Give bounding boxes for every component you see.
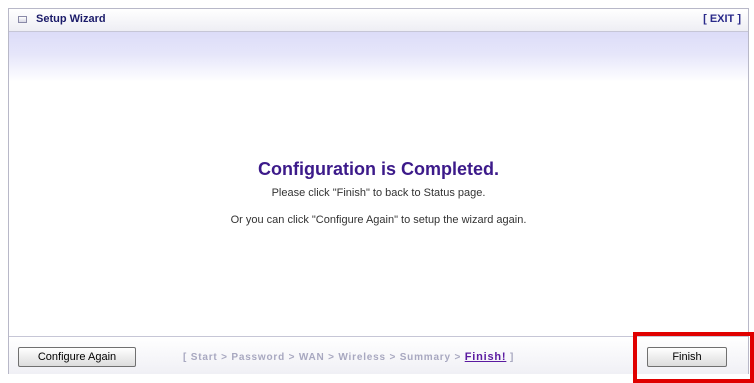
breadcrumb-step-wan: WAN [298, 352, 325, 363]
breadcrumb-step-password: Password [231, 352, 286, 363]
breadcrumb-open-bracket: [ [183, 352, 188, 363]
breadcrumb-separator: > [288, 352, 296, 363]
breadcrumb-step-start: Start [190, 352, 218, 363]
page-title: Setup Wizard [36, 13, 106, 25]
finish-instruction-text: Please click "Finish" to back to Status … [271, 187, 486, 199]
breadcrumb-separator: > [389, 352, 397, 363]
title-bar: Setup Wizard [ EXIT ] [9, 9, 748, 32]
breadcrumb-step-summary: Summary [399, 352, 451, 363]
breadcrumb-separator: > [328, 352, 335, 363]
configure-again-instruction-text: Or you can click "Configure Again" to se… [230, 214, 527, 226]
completion-headline: Configuration is Completed. [258, 159, 499, 179]
breadcrumb-close-bracket: ] [509, 352, 515, 363]
header-gradient-band [9, 32, 748, 82]
wizard-step-breadcrumb: [ Start > Password > WAN > Wireless > Su… [183, 351, 514, 363]
configure-again-button[interactable]: Configure Again [18, 347, 136, 367]
window-icon [18, 16, 27, 23]
finish-button[interactable]: Finish [647, 347, 727, 367]
exit-link[interactable]: [ EXIT ] [703, 13, 741, 25]
wizard-footer: Configure Again [ Start > Password > WAN… [9, 336, 748, 374]
breadcrumb-step-wireless: Wireless [338, 352, 386, 363]
breadcrumb-step-finish-current: Finish! [464, 351, 507, 363]
setup-wizard-panel: Setup Wizard [ EXIT ] Configuration is C… [8, 8, 749, 374]
breadcrumb-separator: > [454, 352, 462, 363]
breadcrumb-separator: > [221, 352, 228, 363]
